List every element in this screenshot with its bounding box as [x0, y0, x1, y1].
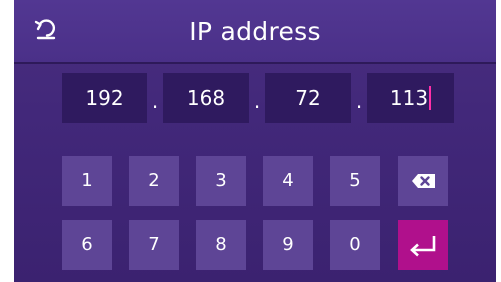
ip-octet-3-field[interactable]: 72	[265, 73, 351, 123]
header-bar: IP address	[14, 0, 496, 63]
ip-octet-1-field[interactable]: 192	[62, 73, 147, 123]
key-9[interactable]: 9	[263, 220, 313, 270]
header-divider	[14, 62, 496, 64]
ip-entry-screen: IP address 192 . 168 . 72 . 113 1 2 3 4 …	[14, 0, 496, 282]
key-0[interactable]: 0	[330, 220, 380, 270]
backspace-button[interactable]	[398, 156, 448, 206]
ip-octet-2-value: 168	[186, 86, 226, 110]
key-4[interactable]: 4	[263, 156, 313, 206]
key-1[interactable]: 1	[62, 156, 112, 206]
ip-octet-4-field[interactable]: 113	[367, 73, 454, 123]
key-2[interactable]: 2	[129, 156, 179, 206]
page-title: IP address	[189, 17, 321, 46]
ip-separator-2: .	[253, 89, 261, 113]
ip-octet-4-value: 113	[389, 86, 429, 110]
ip-octet-2-field[interactable]: 168	[163, 73, 249, 123]
key-3[interactable]: 3	[196, 156, 246, 206]
enter-icon	[410, 236, 436, 257]
ip-separator-3: .	[355, 89, 363, 113]
ip-separator-1: .	[151, 89, 159, 113]
key-6[interactable]: 6	[62, 220, 112, 270]
key-7[interactable]: 7	[129, 220, 179, 270]
key-8[interactable]: 8	[196, 220, 246, 270]
enter-button[interactable]	[398, 220, 448, 270]
text-cursor	[429, 86, 432, 110]
ip-octet-3-value: 72	[295, 86, 321, 110]
key-5[interactable]: 5	[330, 156, 380, 206]
ip-octet-1-value: 192	[85, 86, 124, 110]
backspace-icon	[412, 174, 435, 188]
